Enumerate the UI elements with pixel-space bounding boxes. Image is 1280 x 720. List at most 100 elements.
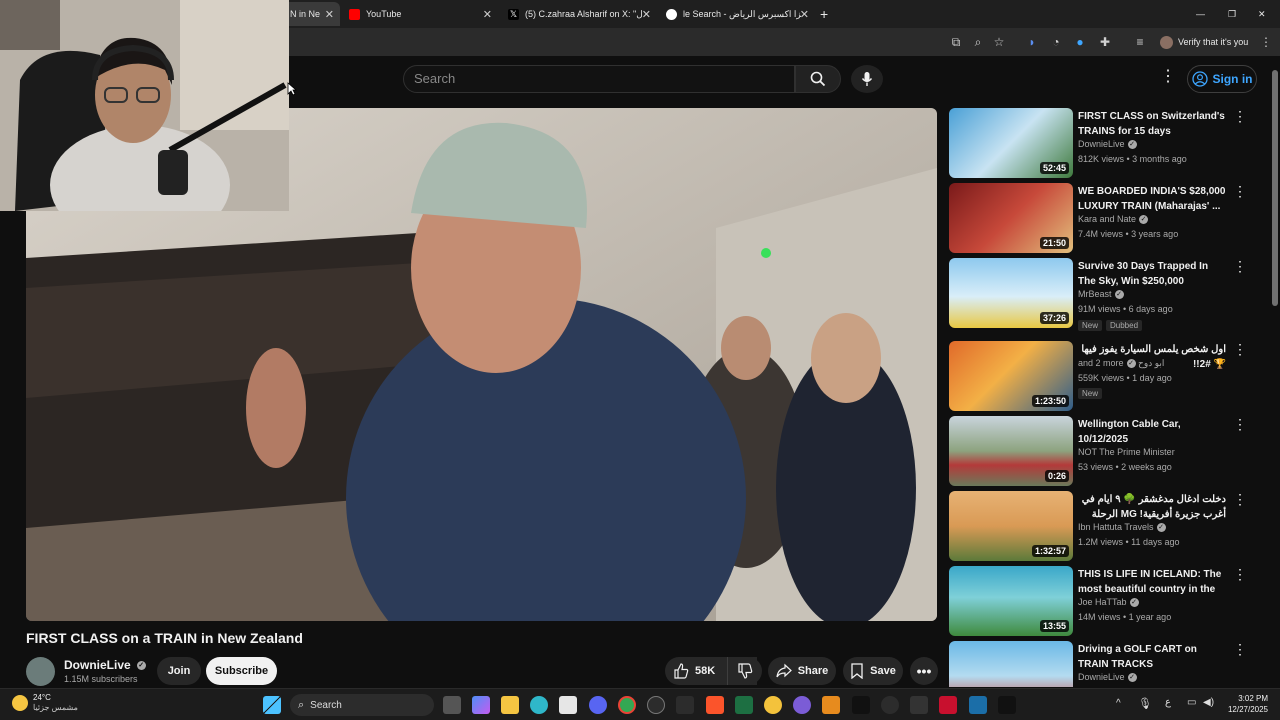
app-icon[interactable]: [939, 696, 957, 714]
store-icon[interactable]: [559, 696, 577, 714]
app-icon[interactable]: [910, 696, 928, 714]
taskbar-search-box[interactable]: ⌕ Search: [290, 694, 434, 716]
recommendation-title[interactable]: Wellington Cable Car, 10/12/2025: [1078, 417, 1226, 447]
app-icon[interactable]: [676, 696, 694, 714]
install-app-icon[interactable]: ⧉: [948, 34, 964, 50]
recommendation-item[interactable]: 21:50 WE BOARDED INDIA'S $28,000 LUXURY …: [949, 183, 1249, 253]
file-explorer-icon[interactable]: [501, 696, 519, 714]
recommendation-title[interactable]: WE BOARDED INDIA'S $28,000 LUXURY TRAIN …: [1078, 184, 1226, 214]
app-icon[interactable]: [764, 696, 782, 714]
settings-menu-icon[interactable]: ⋮: [1160, 69, 1176, 85]
recommendation-item[interactable]: 1:23:50 اول شخص يلمس السيارة يفوز فيها 🏆…: [949, 341, 1249, 411]
microphone-icon[interactable]: 🎙: [1138, 697, 1152, 710]
weather-widget[interactable]: 24°C مشمس جزئيا: [12, 693, 78, 713]
recommendation-channel[interactable]: Ibn Hattuta Travels ✓: [1078, 522, 1166, 533]
window-close-button[interactable]: ✕: [1258, 2, 1272, 26]
scrollbar-thumb[interactable]: [1272, 70, 1278, 306]
more-vertical-icon[interactable]: ⋮: [1233, 491, 1247, 507]
more-actions-button[interactable]: •••: [910, 657, 938, 685]
edge-icon[interactable]: [530, 696, 548, 714]
windows-start-icon[interactable]: [263, 696, 281, 714]
keyboard-language[interactable]: ع: [1165, 697, 1171, 708]
join-button[interactable]: Join: [157, 657, 201, 685]
video-thumbnail[interactable]: 0:26: [949, 416, 1073, 486]
minimize-button[interactable]: —: [1196, 2, 1210, 26]
task-view-icon[interactable]: [443, 696, 461, 714]
tab-x-post[interactable]: 𝕏 (5) C.zahraa Alsharif on X: "ال... ✕: [502, 2, 657, 26]
recommendation-channel[interactable]: Joe HaTTab ✓: [1078, 597, 1139, 608]
recommendation-channel[interactable]: DownieLive ✓: [1078, 139, 1137, 150]
dislike-button[interactable]: [727, 657, 762, 685]
new-tab-button[interactable]: +: [820, 2, 838, 26]
browser-menu-icon[interactable]: ⋮: [1258, 34, 1274, 50]
more-vertical-icon[interactable]: ⋮: [1233, 566, 1247, 582]
tab-youtube[interactable]: YouTube ✕: [343, 2, 498, 26]
close-icon[interactable]: ✕: [642, 8, 651, 21]
recommendation-title[interactable]: Driving a GOLF CART on TRAIN TRACKS: [1078, 642, 1226, 672]
recommendation-channel[interactable]: Kara and Nate ✓: [1078, 214, 1149, 225]
recommendation-item[interactable]: 0:26 Wellington Cable Car, 10/12/2025 NO…: [949, 416, 1249, 486]
channel-name[interactable]: DownieLive ✓: [64, 658, 146, 672]
extension-icon[interactable]: ◔: [1048, 34, 1064, 50]
recommendation-item[interactable]: Driving a GOLF CART on TRAIN TRACKS Down…: [949, 641, 1249, 687]
recommendation-title[interactable]: Survive 30 Days Trapped In The Sky, Win …: [1078, 259, 1226, 289]
recommendation-channel[interactable]: MrBeast ✓: [1078, 289, 1124, 300]
excel-icon[interactable]: [735, 696, 753, 714]
steam-icon[interactable]: [969, 696, 987, 714]
extension-icon[interactable]: ◗: [1024, 34, 1040, 50]
video-thumbnail[interactable]: 21:50: [949, 183, 1073, 253]
search-input[interactable]: Search: [403, 65, 795, 93]
video-thumbnail[interactable]: 37:26: [949, 258, 1073, 328]
recommendation-item[interactable]: 52:45 FIRST CLASS on Switzerland's TRAIN…: [949, 108, 1249, 178]
profile-verify-button[interactable]: Verify that it's you: [1160, 33, 1248, 51]
app-icon[interactable]: [822, 696, 840, 714]
search-button[interactable]: [795, 65, 841, 93]
share-button[interactable]: Share: [768, 657, 836, 685]
volume-icon[interactable]: ◀): [1203, 697, 1214, 708]
recommendation-title[interactable]: THIS IS LIFE IN ICELAND: The most beauti…: [1078, 567, 1226, 597]
more-vertical-icon[interactable]: ⋮: [1233, 258, 1247, 274]
tab-google-search[interactable]: le Search - بيتزا اكسبرس الرياض ✕: [660, 2, 815, 26]
copilot-icon[interactable]: [472, 696, 490, 714]
brave-icon[interactable]: [706, 696, 724, 714]
close-icon[interactable]: ✕: [325, 8, 334, 21]
restore-button[interactable]: ❐: [1228, 2, 1242, 26]
channel-avatar[interactable]: [26, 657, 55, 686]
capcut-icon[interactable]: [998, 696, 1016, 714]
tab-active-video[interactable]: N in Ne ✕: [282, 2, 340, 26]
video-thumbnail[interactable]: 52:45: [949, 108, 1073, 178]
sign-in-button[interactable]: Sign in: [1187, 65, 1257, 93]
subscribe-button[interactable]: Subscribe: [206, 657, 277, 685]
video-thumbnail[interactable]: 1:23:50: [949, 341, 1073, 411]
recommendation-channel[interactable]: NOT The Prime Minister: [1078, 447, 1175, 457]
save-button[interactable]: Save: [843, 657, 903, 685]
tiktok-icon[interactable]: [852, 696, 870, 714]
close-icon[interactable]: ✕: [800, 8, 809, 21]
network-icon[interactable]: ▭: [1187, 697, 1196, 708]
chrome-icon[interactable]: [618, 696, 636, 714]
recommendation-title[interactable]: FIRST CLASS on Switzerland's TRAINS for …: [1078, 109, 1226, 139]
more-vertical-icon[interactable]: ⋮: [1233, 341, 1247, 357]
bookmark-star-icon[interactable]: ☆: [991, 34, 1007, 50]
zoom-icon[interactable]: ⌕: [970, 34, 986, 50]
clock[interactable]: 3:02 PM 12/27/2025: [1226, 693, 1268, 715]
recommendation-channel[interactable]: DownieLive ✓: [1078, 672, 1137, 683]
discord-icon[interactable]: [589, 696, 607, 714]
app-icon[interactable]: [647, 696, 665, 714]
app-icon[interactable]: [793, 696, 811, 714]
media-control-icon[interactable]: ≡: [1132, 34, 1148, 50]
recommendation-item[interactable]: 37:26 Survive 30 Days Trapped In The Sky…: [949, 258, 1249, 331]
more-vertical-icon[interactable]: ⋮: [1233, 108, 1247, 124]
close-icon[interactable]: ✕: [483, 8, 492, 21]
recommendation-item[interactable]: 13:55 THIS IS LIFE IN ICELAND: The most …: [949, 566, 1249, 636]
more-vertical-icon[interactable]: ⋮: [1233, 183, 1247, 199]
recommendation-title[interactable]: دخلت ادغال مدغشقر 🌳 ٩ ايام في أغرب جزيرة…: [1078, 492, 1226, 522]
more-vertical-icon[interactable]: ⋮: [1233, 416, 1247, 432]
recommendation-channel[interactable]: and 2 more ✓ ابو دوح: [1078, 358, 1164, 369]
video-thumbnail[interactable]: 13:55: [949, 566, 1073, 636]
recommendation-item[interactable]: 1:32:57 دخلت ادغال مدغشقر 🌳 ٩ ايام في أغ…: [949, 491, 1249, 561]
app-icon[interactable]: [881, 696, 899, 714]
more-vertical-icon[interactable]: ⋮: [1233, 641, 1247, 657]
video-thumbnail[interactable]: 1:32:57: [949, 491, 1073, 561]
extension-icon[interactable]: ●: [1072, 34, 1088, 50]
